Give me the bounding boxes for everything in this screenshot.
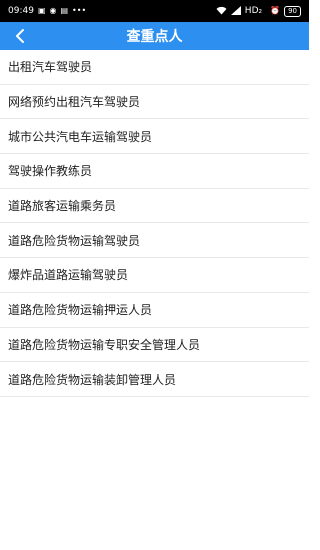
list-item[interactable]: 城市公共汽电车运输驾驶员 [0,119,309,155]
status-bar: 09:49 ▣ ◉ ▤ ••• HD₂ ⏰ 90 [0,0,309,22]
list-item[interactable]: 爆炸品道路运输驾驶员 [0,258,309,293]
list-item[interactable]: 道路危险货物运输押运人员 [0,293,309,328]
battery-level: 90 [288,6,297,15]
status-time: 09:49 [8,6,34,16]
list-item[interactable]: 道路危险货物运输专职安全管理人员 [0,328,309,363]
list-item-label: 道路危险货物运输押运人员 [8,303,153,318]
battery-icon: 90 [284,5,301,17]
list-item[interactable]: 网络预约出租汽车驾驶员 [0,85,309,120]
chevron-left-icon [16,29,24,43]
list-item-label: 道路旅客运输乘务员 [8,199,117,214]
app-bar: 查重点人 [0,22,309,50]
list-item-label: 道路危险货物运输专职安全管理人员 [8,337,201,352]
list-item-label: 道路危险货物运输驾驶员 [8,233,141,248]
network-type: HD₂ [244,6,263,16]
list-item[interactable]: 道路危险货物运输装卸管理人员 [0,362,309,397]
page-title: 查重点人 [126,29,183,45]
wechat-icon: ◉ [49,6,57,15]
message-icon: ▣ [37,6,46,15]
list-item-label: 城市公共汽电车运输驾驶员 [8,129,153,144]
alarm-icon: ⏰ [270,6,281,15]
list-item[interactable]: 道路旅客运输乘务员 [0,189,309,224]
back-button[interactable] [0,22,40,50]
list-item[interactable]: 出租汽车驾驶员 [0,50,309,85]
list-item-label: 驾驶操作教练员 [8,164,93,179]
signal-icon [230,5,241,17]
wifi-icon [216,6,227,17]
list-item-label: 网络预约出租汽车驾驶员 [8,95,141,110]
status-right: HD₂ ⏰ 90 [216,5,301,17]
list-item-label: 出租汽车驾驶员 [8,60,93,75]
occupation-list: 出租汽车驾驶员 网络预约出租汽车驾驶员 城市公共汽电车运输驾驶员 驾驶操作教练员… [0,50,309,397]
list-item[interactable]: 道路危险货物运输驾驶员 [0,223,309,259]
list-item-label: 道路危险货物运输装卸管理人员 [8,372,177,387]
more-icon: ••• [72,6,87,15]
list-item[interactable]: 驾驶操作教练员 [0,154,309,189]
notification-icon: ▤ [60,6,69,15]
list-item-label: 爆炸品道路运输驾驶员 [8,268,129,283]
status-left: 09:49 ▣ ◉ ▤ ••• [8,6,86,16]
